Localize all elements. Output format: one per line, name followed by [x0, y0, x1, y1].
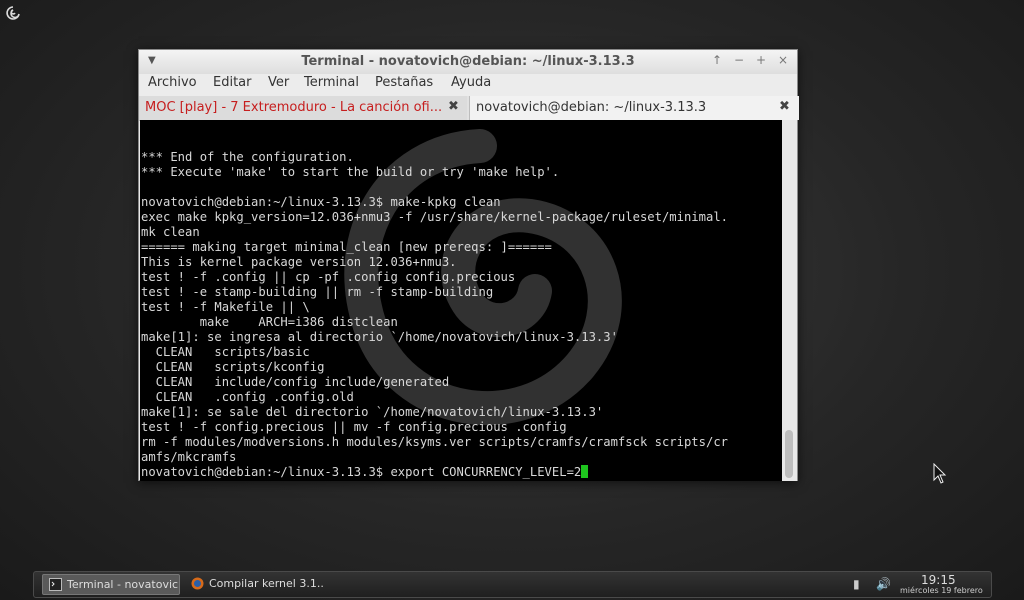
close-icon[interactable]: ✖ [448, 99, 459, 114]
menu-ayuda[interactable]: Ayuda [451, 75, 491, 90]
terminal-line: test ! -e stamp-building || rm -f stamp-… [141, 285, 494, 299]
menu-archivo[interactable]: Archivo [148, 75, 197, 90]
menu-ver[interactable]: Ver [268, 75, 289, 90]
volume-icon[interactable]: 🔊 [876, 577, 891, 591]
window-close-button[interactable]: × [776, 53, 790, 67]
tab-terminal[interactable]: novatovich@debian: ~/linux-3.13.3 ✖ [469, 96, 799, 120]
close-icon[interactable]: ✖ [779, 99, 790, 114]
window-titlebar[interactable]: ▼ Terminal - novatovich@debian: ~/linux-… [139, 50, 797, 75]
task-label: Compilar kernel 3.1... [209, 577, 323, 590]
clock-time[interactable]: 19:15 [921, 573, 956, 587]
terminal-line: amfs/mkcramfs [141, 450, 237, 464]
tab-bar: MOC [play] - 7 Extremoduro - La canción … [139, 96, 799, 121]
terminal-line: make[1]: se ingresa al directorio `/home… [141, 330, 618, 344]
terminal-icon [49, 578, 62, 591]
terminal-line: CLEAN .config .config.old [141, 390, 354, 404]
browser-icon [191, 577, 204, 590]
terminal-line: test ! -f .config || cp -pf .config conf… [141, 270, 516, 284]
task-label: Terminal - novatovic... [67, 578, 180, 591]
terminal-line: *** End of the configuration. [141, 150, 354, 164]
tab-moc-player[interactable]: MOC [play] - 7 Extremoduro - La canción … [139, 96, 467, 120]
terminal-line: mk clean [141, 225, 200, 239]
clock-date[interactable]: miércoles 19 febrero [900, 586, 983, 595]
terminal-lines: *** End of the configuration. *** Execute… [141, 120, 728, 480]
menu-editar[interactable]: Editar [213, 75, 252, 90]
terminal-line: rm -f modules/modversions.h modules/ksym… [141, 435, 728, 449]
menu-terminal[interactable]: Terminal [304, 75, 359, 90]
menu-pestanas[interactable]: Pestañas [375, 75, 433, 90]
terminal-line: *** Execute 'make' to start the build or… [141, 165, 560, 179]
tab-label: MOC [play] - 7 Extremoduro - La canción … [145, 100, 443, 115]
menubar: Archivo Editar Ver Terminal Pestañas Ayu… [139, 74, 797, 96]
terminal-line: ====== making target minimal_clean [new … [141, 240, 552, 254]
terminal-cursor [581, 465, 589, 478]
taskbar: Terminal - novatovic... Compilar kernel … [33, 571, 992, 598]
terminal-line: CLEAN include/config include/generated [141, 375, 450, 389]
terminal-output[interactable]: *** End of the configuration. *** Execute… [140, 120, 782, 481]
mouse-pointer-icon [933, 463, 947, 484]
terminal-line: This is kernel package version 12.036+nm… [141, 255, 457, 269]
window-raise-button[interactable]: ↑ [710, 53, 724, 67]
terminal-window[interactable]: ▼ Terminal - novatovich@debian: ~/linux-… [138, 49, 799, 481]
terminal-scrollbar[interactable] [782, 120, 797, 481]
debian-menu-icon[interactable] [5, 5, 21, 21]
terminal-line: novatovich@debian:~/linux-3.13.3$ make-k… [141, 195, 501, 209]
terminal-line: CLEAN scripts/basic [141, 345, 310, 359]
network-icon[interactable]: ▮ [853, 577, 860, 591]
prompt-text: novatovich@debian:~/linux-3.13.3$ export… [141, 465, 582, 479]
window-title: Terminal - novatovich@debian: ~/linux-3.… [301, 54, 635, 69]
terminal-line: test ! -f config.precious || mv -f confi… [141, 420, 567, 434]
tab-label: novatovich@debian: ~/linux-3.13.3 [476, 100, 707, 115]
terminal-line: make[1]: se sale del directorio `/home/n… [141, 405, 604, 419]
terminal-line: test ! -f Makefile || \ [141, 300, 310, 314]
taskbar-task-terminal[interactable]: Terminal - novatovic... [42, 574, 180, 595]
window-minimize-button[interactable]: − [732, 53, 746, 67]
terminal-line: exec make kpkg_version=12.036+nmu3 -f /u… [141, 210, 728, 224]
terminal-prompt-line[interactable]: novatovich@debian:~/linux-3.13.3$ export… [141, 465, 728, 480]
terminal-line: make ARCH=i386 distclean [141, 315, 398, 329]
scrollbar-thumb[interactable] [785, 430, 793, 478]
taskbar-task-browser[interactable]: Compilar kernel 3.1... [185, 574, 323, 595]
window-maximize-button[interactable]: + [754, 53, 768, 67]
terminal-line: CLEAN scripts/kconfig [141, 360, 325, 374]
